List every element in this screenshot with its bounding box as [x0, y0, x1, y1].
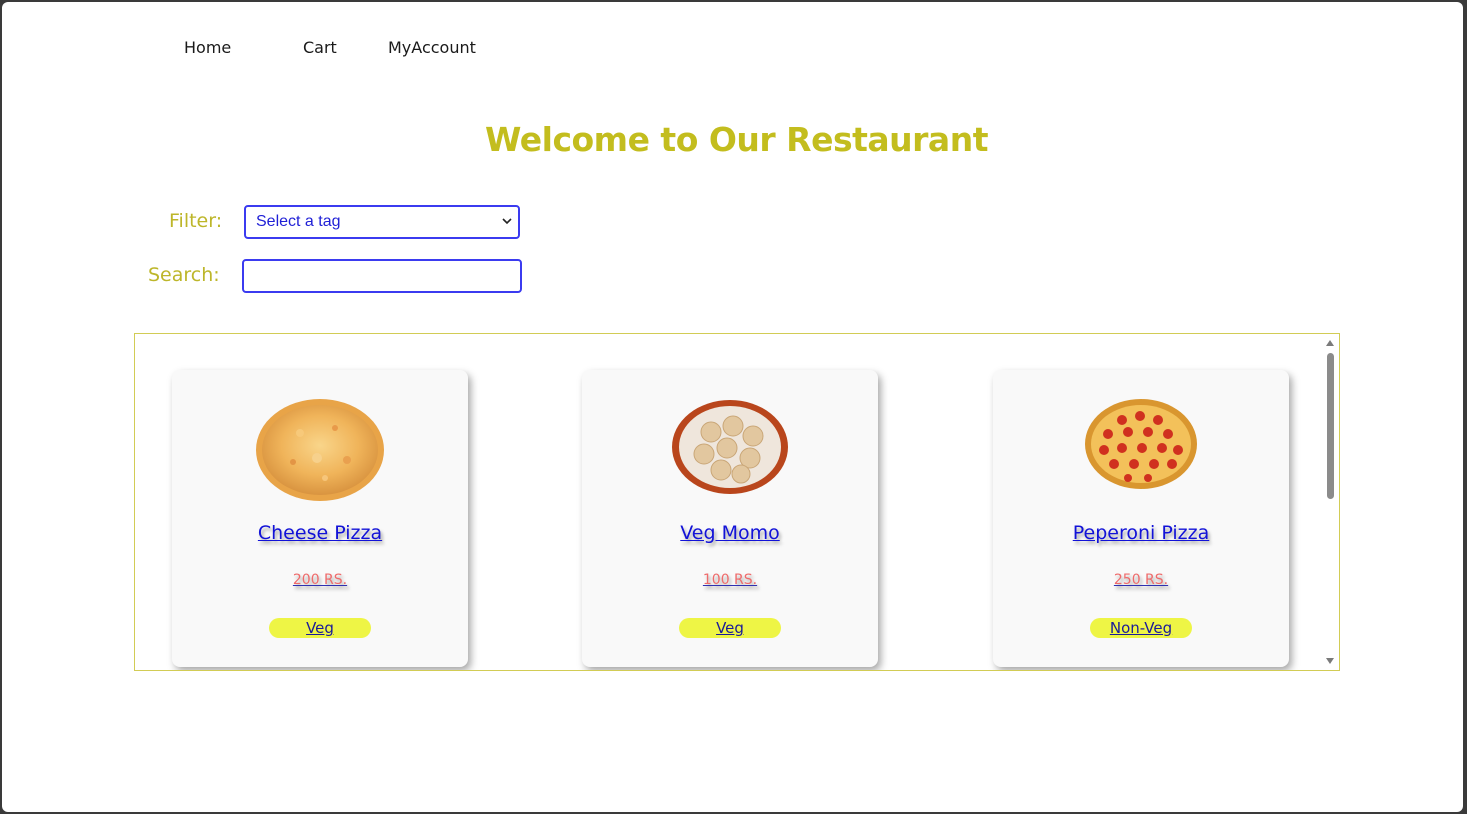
menu-item-tag[interactable]: Veg [679, 618, 781, 638]
menu-item-price: 250 RS. [1113, 572, 1169, 588]
scroll-up-arrow-icon[interactable] [1326, 340, 1334, 346]
nav-cart-link[interactable]: Cart [303, 38, 337, 57]
scroll-down-arrow-icon[interactable] [1326, 658, 1334, 664]
filter-label: Filter: [169, 210, 223, 232]
menu-scrollbar[interactable] [1322, 334, 1339, 670]
app-window: Home Cart MyAccount Welcome to Our Resta… [2, 2, 1463, 812]
menu-item-name-link[interactable]: Peperoni Pizza [993, 522, 1289, 544]
page-title: Welcome to Our Restaurant [485, 120, 988, 159]
search-input[interactable] [242, 259, 522, 293]
menu-item-card: Cheese Pizza 200 RS. Veg [172, 370, 468, 667]
menu-item-name-link[interactable]: Veg Momo [582, 522, 878, 544]
pepperoni-pizza-image [1085, 399, 1197, 489]
veg-momo-image [672, 400, 788, 494]
menu-item-price: 100 RS. [702, 572, 758, 588]
nav-home-link[interactable]: Home [184, 38, 231, 57]
chevron-down-icon [502, 218, 512, 225]
menu-item-price: 200 RS. [292, 572, 348, 588]
menu-item-name-link[interactable]: Cheese Pizza [172, 522, 468, 544]
search-label: Search: [148, 264, 220, 286]
menu-item-tag[interactable]: Non-Veg [1090, 618, 1192, 638]
cheese-pizza-image [256, 399, 384, 501]
menu-list-container[interactable]: Cheese Pizza 200 RS. Veg Veg Momo 100 RS… [134, 333, 1340, 671]
tag-filter-select[interactable]: Select a tag [244, 205, 520, 239]
tag-filter-selected-value: Select a tag [256, 213, 341, 230]
top-navigation: Home Cart MyAccount [2, 38, 602, 64]
scrollbar-thumb[interactable] [1327, 353, 1334, 499]
menu-item-card: Peperoni Pizza 250 RS. Non-Veg [993, 370, 1289, 667]
menu-item-card: Veg Momo 100 RS. Veg [582, 370, 878, 667]
menu-item-tag[interactable]: Veg [269, 618, 371, 638]
nav-myaccount-link[interactable]: MyAccount [388, 38, 476, 57]
